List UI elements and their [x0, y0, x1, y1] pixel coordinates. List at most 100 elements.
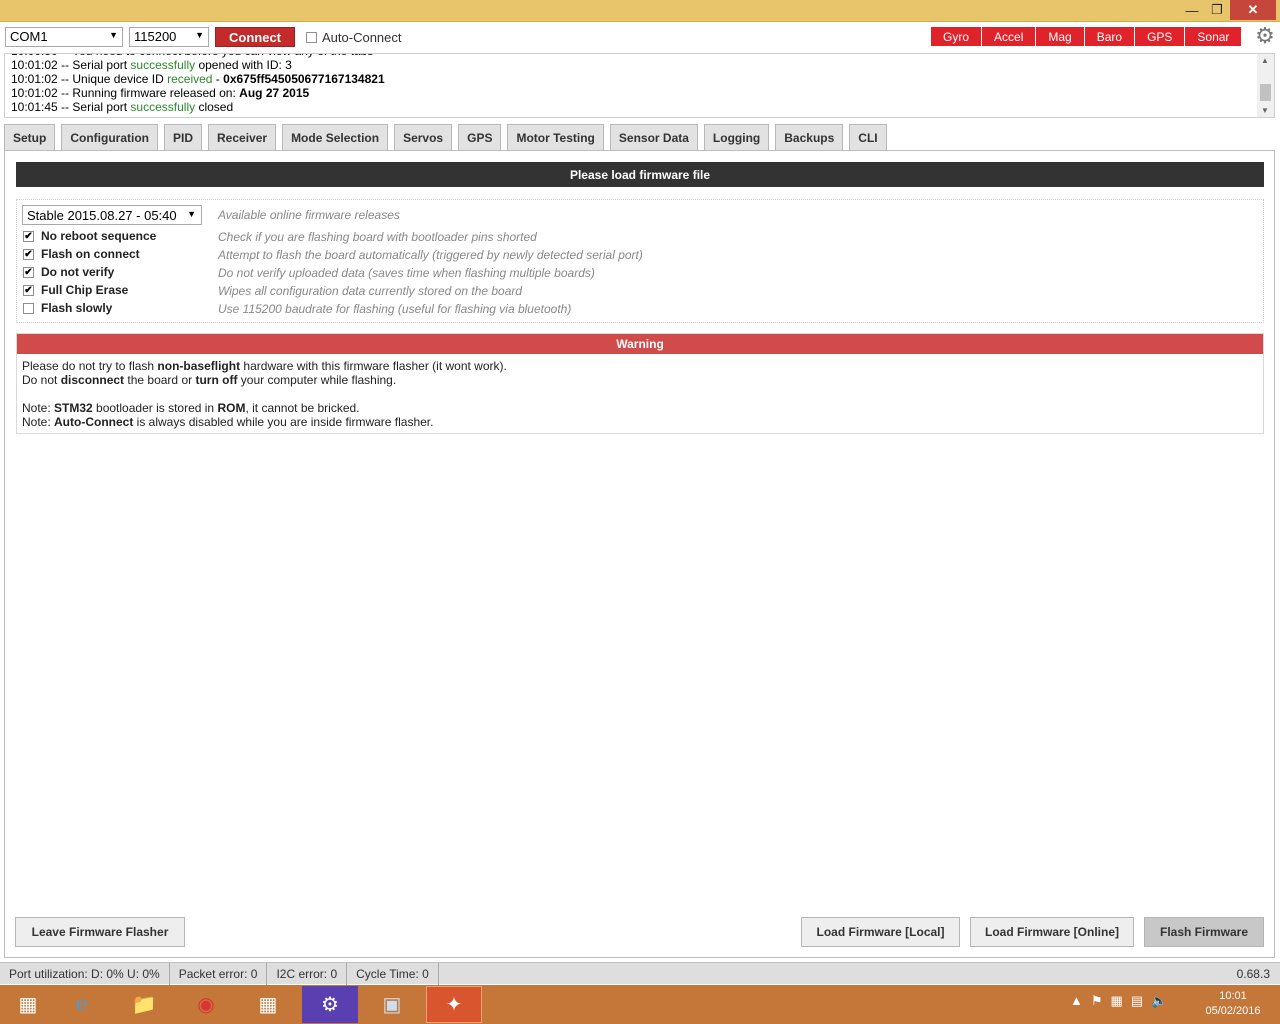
tab-receiver[interactable]: Receiver — [208, 124, 277, 150]
load-firmware-local-button[interactable]: Load Firmware [Local] — [801, 917, 960, 947]
chevron-down-icon: ▼ — [195, 30, 204, 40]
option-label: No reboot sequence — [41, 229, 157, 243]
warning-text: STM32 — [54, 401, 93, 415]
option-hint: Attempt to flash the board automatically… — [218, 248, 643, 262]
warning-line: Please do not try to flash non-basefligh… — [22, 359, 1258, 373]
connection-bar: COM1 ▼ 115200 ▼ Connect Auto-Connect Gyro A… — [0, 22, 1280, 52]
log-ok: received — [167, 72, 213, 86]
option-label: Flash slowly — [41, 301, 113, 315]
sensor-mag: Mag — [1036, 27, 1085, 46]
log-time: 10:01:02 — [11, 58, 58, 72]
taskbar: ▦ ℮ 📁 ◉ ▦ ⚙ ▣ ✦ ▲ ⚑ ▦ ▤ 🔈 10:01 05/02/20… — [0, 985, 1280, 1024]
auto-connect-toggle[interactable]: Auto-Connect — [306, 30, 402, 45]
scroll-thumb[interactable] — [1260, 84, 1271, 101]
release-hint: Available online firmware releases — [218, 208, 400, 222]
log-post: closed — [195, 100, 234, 114]
warning-text: Do not — [22, 373, 61, 387]
warning-text: hardware with this firmware flasher (it … — [240, 359, 507, 373]
chrome-icon[interactable]: ◉ — [178, 986, 234, 1023]
log-pre: Serial port — [72, 58, 131, 72]
network-icon[interactable]: ▤ — [1131, 993, 1143, 1009]
option-no-reboot-sequence[interactable]: ✔ No reboot sequence — [23, 229, 156, 243]
scroll-down-icon[interactable]: ▼ — [1261, 106, 1269, 115]
option-checkbox[interactable]: ✔ — [23, 284, 34, 296]
tab-gps[interactable]: GPS — [458, 124, 502, 150]
warning-text: , it cannot be bricked. — [245, 401, 360, 415]
clock[interactable]: 10:01 05/02/2016 — [1198, 989, 1268, 1019]
windows-start-icon[interactable]: ▦ — [0, 986, 56, 1023]
tab-configuration[interactable]: Configuration — [61, 124, 158, 150]
flasher-header: Please load firmware file — [16, 162, 1264, 187]
warning-text: Auto-Connect — [54, 415, 134, 429]
auto-connect-checkbox[interactable] — [306, 32, 317, 43]
log-time: 10:01:45 — [11, 100, 58, 114]
warning-text: turn off — [195, 373, 238, 387]
warning-text: ROM — [217, 401, 246, 415]
sensor-indicators: Gyro Accel Mag Baro GPS Sonar — [931, 27, 1243, 46]
version: 0.68.3 — [1236, 967, 1270, 981]
log-pre: Unique device ID — [72, 72, 168, 86]
option-checkbox[interactable] — [23, 302, 34, 314]
option-label: Flash on connect — [41, 247, 140, 261]
windows-flag-icon[interactable]: ▦ — [1111, 993, 1123, 1009]
apps-grid-icon[interactable]: ▦ — [240, 986, 296, 1023]
option-flash-slowly[interactable]: Flash slowly — [23, 301, 112, 315]
flash-firmware-button[interactable]: Flash Firmware — [1144, 917, 1264, 947]
gear-icon[interactable]: ⚙ — [1254, 25, 1276, 47]
option-flash-on-connect[interactable]: ✔ Flash on connect — [23, 247, 140, 261]
tab-logging[interactable]: Logging — [703, 124, 770, 150]
port-utilization: Port utilization: D: 0% U: 0% — [0, 962, 170, 985]
close-icon[interactable]: ✕ — [1230, 0, 1276, 20]
sensor-gyro: Gyro — [931, 27, 983, 46]
connect-button[interactable]: Connect — [215, 27, 295, 47]
option-checkbox[interactable]: ✔ — [23, 248, 34, 260]
warning-box: Warning Please do not try to flash non-b… — [16, 333, 1264, 434]
sensor-baro: Baro — [1084, 27, 1136, 46]
port-select[interactable]: COM1 ▼ — [5, 27, 123, 47]
option-checkbox[interactable]: ✔ — [23, 266, 34, 278]
tab-sensor-data[interactable]: Sensor Data — [609, 124, 698, 150]
volume-icon[interactable]: 🔈 — [1151, 993, 1167, 1009]
packet-error: Packet error: 0 — [170, 962, 268, 985]
sensor-sonar: Sonar — [1185, 27, 1243, 46]
tab-pid[interactable]: PID — [164, 124, 203, 150]
tab-backups[interactable]: Backups — [775, 124, 844, 150]
baud-select[interactable]: 115200 ▼ — [129, 27, 209, 47]
load-firmware-online-button[interactable]: Load Firmware [Online] — [970, 917, 1134, 947]
tab-servos[interactable]: Servos — [394, 124, 453, 150]
title-bar: — ❐ ✕ — [0, 0, 1280, 22]
warning-title: Warning — [17, 334, 1263, 354]
minimize-icon[interactable]: — — [1180, 0, 1204, 20]
control-panel-icon[interactable]: ▣ — [364, 986, 420, 1023]
option-do-not-verify[interactable]: ✔ Do not verify — [23, 265, 114, 279]
warning-line: Note: STM32 bootloader is stored in ROM,… — [22, 401, 1258, 415]
scroll-up-icon[interactable]: ▲ — [1261, 56, 1269, 65]
configurator-app-icon[interactable]: ✦ — [426, 986, 482, 1023]
option-checkbox[interactable]: ✔ — [23, 230, 34, 242]
action-center-icon[interactable]: ⚑ — [1091, 993, 1103, 1009]
log-line: 10:01:45 -- Serial port successfully clo… — [11, 100, 234, 114]
internet-explorer-icon[interactable]: ℮ — [54, 986, 110, 1023]
file-explorer-icon[interactable]: 📁 — [116, 986, 172, 1023]
log-scrollbar[interactable]: ▲ ▼ — [1257, 54, 1274, 117]
leave-firmware-flasher-button[interactable]: Leave Firmware Flasher — [15, 917, 185, 947]
log-time: 10:01:02 — [11, 72, 58, 86]
tab-motor-testing[interactable]: Motor Testing — [507, 124, 604, 150]
firmware-release-select[interactable]: Stable 2015.08.27 - 05:40 ▼ — [22, 205, 202, 225]
option-hint: Check if you are flashing board with boo… — [218, 230, 537, 244]
tab-mode-selection[interactable]: Mode Selection — [282, 124, 389, 150]
warning-text: Please do not try to flash — [22, 359, 158, 373]
tab-setup[interactable]: Setup — [4, 124, 56, 150]
tray-expand-icon[interactable]: ▲ — [1070, 993, 1083, 1009]
maximize-icon[interactable]: ❐ — [1205, 0, 1229, 20]
log-bold: 0x675ff545050677167134821 — [223, 72, 385, 86]
tab-cli[interactable]: CLI — [849, 124, 887, 150]
option-full-chip-erase[interactable]: ✔ Full Chip Erase — [23, 283, 128, 297]
settings-app-icon[interactable]: ⚙ — [302, 986, 358, 1023]
log-line: 10:01:02 -- Running firmware released on… — [11, 86, 310, 100]
warning-text: is always disabled while you are inside … — [133, 415, 434, 429]
option-hint: Use 115200 baudrate for flashing (useful… — [218, 302, 572, 316]
warning-body: Please do not try to flash non-basefligh… — [17, 354, 1263, 434]
warning-line: Do not disconnect the board or turn off … — [22, 373, 1258, 387]
